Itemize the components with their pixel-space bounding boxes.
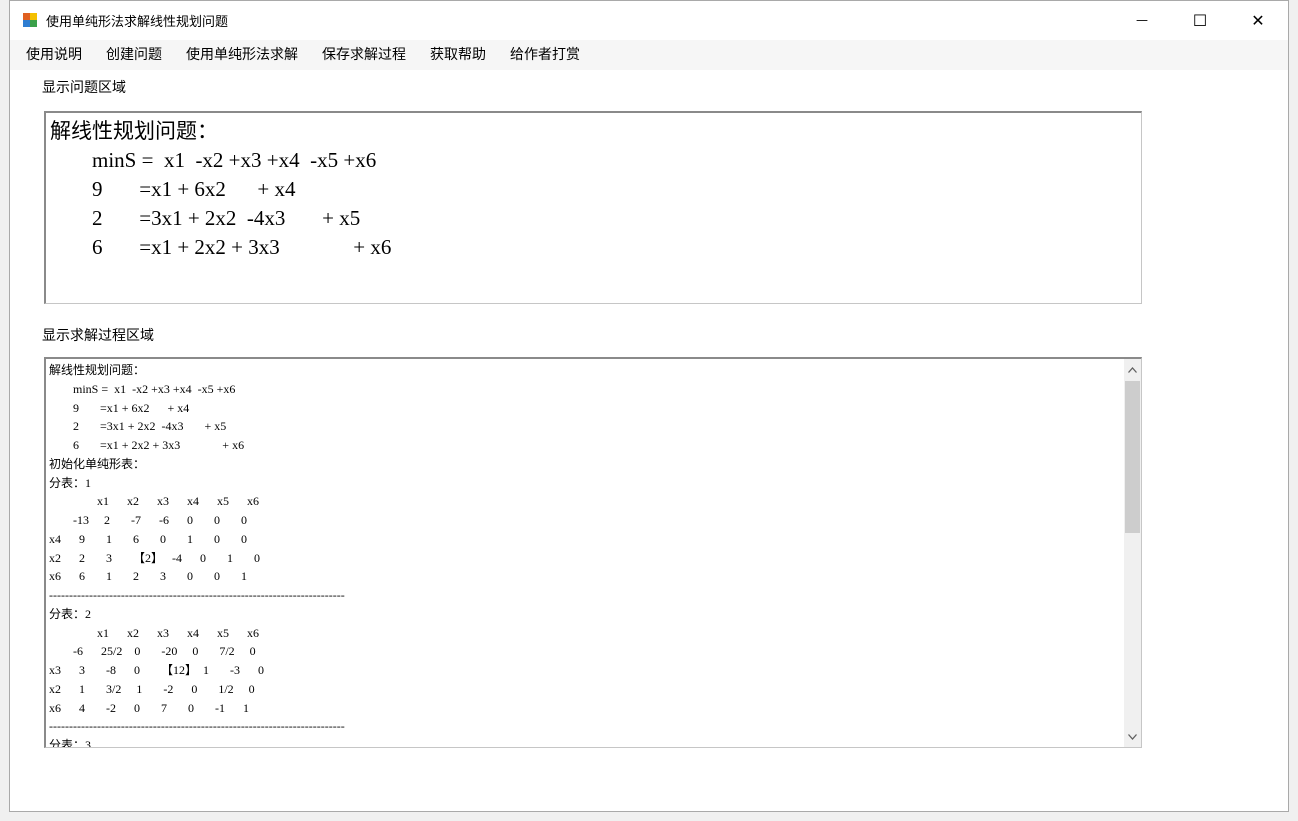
menu-get-help[interactable]: 获取帮助 (418, 40, 498, 70)
close-button[interactable]: ✕ (1229, 1, 1287, 39)
solution-display-textbox[interactable]: 解线性规划问题： minS = x1 -x2 +x3 +x4 -x5 +x6 9… (44, 357, 1142, 748)
scroll-down-icon[interactable] (1124, 728, 1141, 745)
menu-solve-simplex[interactable]: 使用单纯形法求解 (174, 40, 310, 70)
menu-tip-author[interactable]: 给作者打赏 (498, 40, 592, 70)
menu-bar: 使用说明 创建问题 使用单纯形法求解 保存求解过程 获取帮助 给作者打赏 (10, 40, 1288, 70)
minimize-icon: — (1136, 13, 1148, 27)
problem-area-label: 显示问题区域 (42, 80, 126, 96)
title-bar[interactable]: 使用单纯形法求解线性规划问题 — ☐ ✕ (10, 1, 1288, 39)
minimize-button[interactable]: — (1113, 1, 1171, 39)
window-title: 使用单纯形法求解线性规划问题 (46, 15, 229, 30)
problem-display-textbox[interactable]: 解线性规划问题： minS = x1 -x2 +x3 +x4 -x5 +x6 9… (44, 111, 1142, 304)
app-icon (23, 13, 37, 27)
main-window: 使用单纯形法求解线性规划问题 — ☐ ✕ 使用说明 创建问题 使用单纯形法求解 … (9, 0, 1289, 812)
vertical-scrollbar[interactable] (1124, 359, 1141, 747)
menu-usage-instructions[interactable]: 使用说明 (10, 40, 94, 70)
scroll-thumb[interactable] (1125, 381, 1140, 533)
maximize-button[interactable]: ☐ (1171, 1, 1229, 39)
menu-create-problem[interactable]: 创建问题 (94, 40, 174, 70)
maximize-icon: ☐ (1192, 10, 1208, 30)
solution-area-label: 显示求解过程区域 (42, 328, 154, 344)
close-icon: ✕ (1251, 10, 1265, 30)
scroll-up-icon[interactable] (1124, 361, 1141, 378)
solution-text: 解线性规划问题： minS = x1 -x2 +x3 +x4 -x5 +x6 9… (49, 363, 345, 748)
problem-text: 解线性规划问题： minS = x1 -x2 +x3 +x4 -x5 +x6 9… (50, 119, 392, 259)
menu-save-process[interactable]: 保存求解过程 (310, 40, 418, 70)
